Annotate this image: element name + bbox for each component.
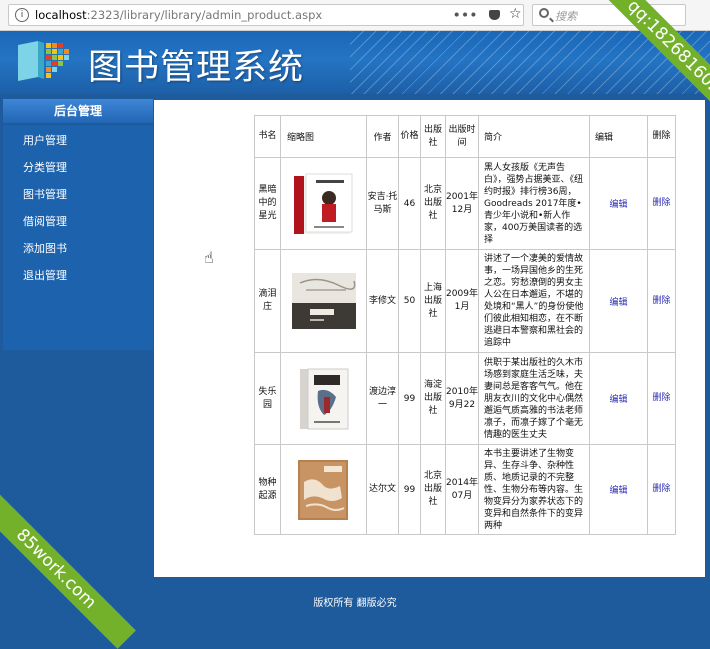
book-thumbnail-cell xyxy=(280,444,367,535)
book-thumbnail-cell xyxy=(280,249,367,353)
book-name: 黑暗中的星光 xyxy=(254,157,281,250)
header-edit: 编辑 xyxy=(589,115,648,158)
site-info-icon[interactable]: i xyxy=(15,8,29,22)
book-author: 安吉·托马斯 xyxy=(366,157,399,250)
header-book-name: 书名 xyxy=(254,115,281,158)
book-intro: 黑人女孩版《无声告白》，强势占据美亚、《纽约时报》排行榜36周，Goodread… xyxy=(478,157,590,250)
table-row: 滴泪庄 李修文 50 上海出版社 2009年1月 讲述了一个凄美的爱情故事，一场… xyxy=(254,249,676,353)
book-price: 99 xyxy=(398,352,421,445)
book-name: 物种起源 xyxy=(254,444,281,535)
book-cover-image xyxy=(297,459,348,520)
sidebar-item-book-management[interactable]: 图书管理 xyxy=(23,186,67,202)
delete-link[interactable]: 删除 xyxy=(647,157,676,250)
book-intro: 供职于某出版社的久木市场感到家庭生活乏味，夫妻间总是客客气气。他在朋友衣川的文化… xyxy=(478,352,590,445)
header-publisher: 出版社 xyxy=(420,115,446,158)
sidebar-item-add-book[interactable]: 添加图书 xyxy=(23,240,67,256)
book-name: 滴泪庄 xyxy=(254,249,281,353)
book-author: 渡边淳一 xyxy=(366,352,399,445)
hand-cursor-icon: ☝ xyxy=(204,248,214,267)
sidebar-menu: 用户管理 分类管理 图书管理 借阅管理 添加图书 退出管理 xyxy=(3,125,153,350)
book-author: 达尔文 xyxy=(366,444,399,535)
main-content: 书名 缩略图 作者 价格 出版社 出版时间 简介 编辑 删除 黑暗中的星光 安吉… xyxy=(154,100,705,577)
search-icon xyxy=(539,8,549,18)
book-price: 46 xyxy=(398,157,421,250)
header-intro: 简介 xyxy=(478,115,590,158)
book-price: 99 xyxy=(398,444,421,535)
book-publish-date: 2009年1月 xyxy=(445,249,479,353)
delete-link[interactable]: 删除 xyxy=(647,249,676,353)
table-row: 黑暗中的星光 安吉·托马斯 46 北京出版社 2001年12月 黑人女孩版《无声… xyxy=(254,157,676,250)
book-publish-date: 2001年12月 xyxy=(445,157,479,250)
book-publish-date: 2010年9月22 xyxy=(445,352,479,445)
book-thumbnail-cell xyxy=(280,157,367,250)
book-author: 李修文 xyxy=(366,249,399,353)
edit-link[interactable]: 编辑 xyxy=(589,444,648,535)
bookmark-star-icon[interactable]: ☆ xyxy=(509,4,522,24)
edit-link[interactable]: 编辑 xyxy=(589,249,648,353)
site-title: 图书管理系统 xyxy=(88,48,305,88)
sidebar-title: 后台管理 xyxy=(3,99,153,123)
site-header: 图书管理系统 xyxy=(0,31,710,94)
table-row: 失乐园 渡边淳一 99 海淀出版社 2010年9月22 供职于某出版社的久木市场… xyxy=(254,352,676,445)
pocket-icon[interactable] xyxy=(489,10,500,20)
book-name: 失乐园 xyxy=(254,352,281,445)
browser-toolbar: i localhost:2323/library/library/admin_p… xyxy=(0,0,710,31)
book-table: 书名 缩略图 作者 价格 出版社 出版时间 简介 编辑 删除 黑暗中的星光 安吉… xyxy=(254,115,676,535)
header-price: 价格 xyxy=(398,115,421,158)
book-intro: 本书主要讲述了生物变异、生存斗争、杂种性质、地质记录的不完整性、生物分布等内容。… xyxy=(478,444,590,535)
header-publish-date: 出版时间 xyxy=(445,115,479,158)
book-logo-icon xyxy=(18,41,69,81)
header-author: 作者 xyxy=(366,115,399,158)
book-publisher: 北京出版社 xyxy=(420,157,446,250)
page-actions-menu-icon[interactable]: ••• xyxy=(453,5,478,25)
edit-link[interactable]: 编辑 xyxy=(589,352,648,445)
header-delete: 删除 xyxy=(647,115,676,158)
table-row: 物种起源 达尔文 99 北京出版社 2014年07月 本书主要讲述了生物变异、生… xyxy=(254,444,676,535)
address-bar[interactable]: i localhost:2323/library/library/admin_p… xyxy=(8,4,524,26)
sidebar-item-borrow-management[interactable]: 借阅管理 xyxy=(23,213,67,229)
book-publisher: 海淀出版社 xyxy=(420,352,446,445)
address-url[interactable]: localhost:2323/library/library/admin_pro… xyxy=(35,5,322,25)
book-intro: 讲述了一个凄美的爱情故事，一场异国他乡的生死之恋。穷愁潦倒的男女主人公在日本邂逅… xyxy=(478,249,590,353)
book-thumbnail-cell xyxy=(280,352,367,445)
sidebar-item-user-management[interactable]: 用户管理 xyxy=(23,132,67,148)
book-cover-image xyxy=(293,173,352,234)
book-price: 50 xyxy=(398,249,421,353)
sidebar-item-category-management[interactable]: 分类管理 xyxy=(23,159,67,175)
book-cover-image xyxy=(299,368,348,429)
book-cover-image xyxy=(291,273,356,329)
sidebar: 后台管理 用户管理 分类管理 图书管理 借阅管理 添加图书 退出管理 xyxy=(0,94,154,579)
table-header-row: 书名 缩略图 作者 价格 出版社 出版时间 简介 编辑 删除 xyxy=(254,115,676,158)
edit-link[interactable]: 编辑 xyxy=(589,157,648,250)
delete-link[interactable]: 删除 xyxy=(647,352,676,445)
delete-link[interactable]: 删除 xyxy=(647,444,676,535)
book-publisher: 北京出版社 xyxy=(420,444,446,535)
search-placeholder: 搜索 xyxy=(555,10,577,23)
header-thumbnail: 缩略图 xyxy=(280,115,367,158)
book-publisher: 上海出版社 xyxy=(420,249,446,353)
book-publish-date: 2014年07月 xyxy=(445,444,479,535)
sidebar-item-logout[interactable]: 退出管理 xyxy=(23,267,67,283)
